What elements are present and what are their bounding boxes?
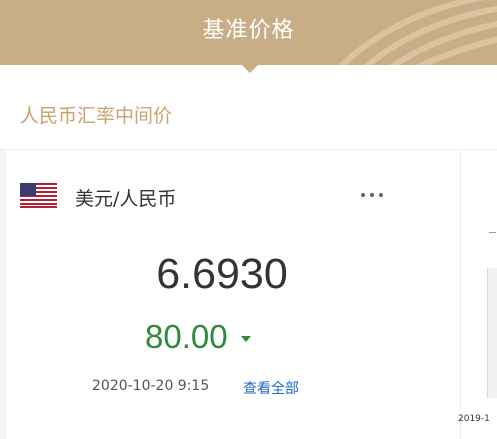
rate-change-value: 80.00 [145, 318, 228, 355]
chart-preview-edge [487, 268, 497, 398]
rate-timestamp: 2020-10-20 9:15 [92, 378, 210, 394]
chart-edge-tick [489, 232, 496, 233]
view-all-link[interactable]: 查看全部 [243, 378, 299, 398]
triangle-down-icon [241, 336, 251, 342]
card-right-divider [460, 150, 461, 439]
section-title: 人民币汇率中间价 [20, 105, 173, 127]
us-flag-icon [20, 183, 57, 208]
chart-date-label: 2019-1 [458, 414, 490, 424]
ellipsis-icon[interactable] [355, 183, 389, 207]
left-edge-shade [0, 150, 6, 439]
divider [0, 149, 497, 150]
page-title: 基准价格 [202, 18, 295, 43]
header-pointer [241, 64, 259, 73]
header-banner: 基准价格 [0, 0, 497, 65]
currency-pair-label: 美元/人民币 [75, 188, 177, 210]
exchange-rate-value: 6.6930 [156, 250, 288, 298]
